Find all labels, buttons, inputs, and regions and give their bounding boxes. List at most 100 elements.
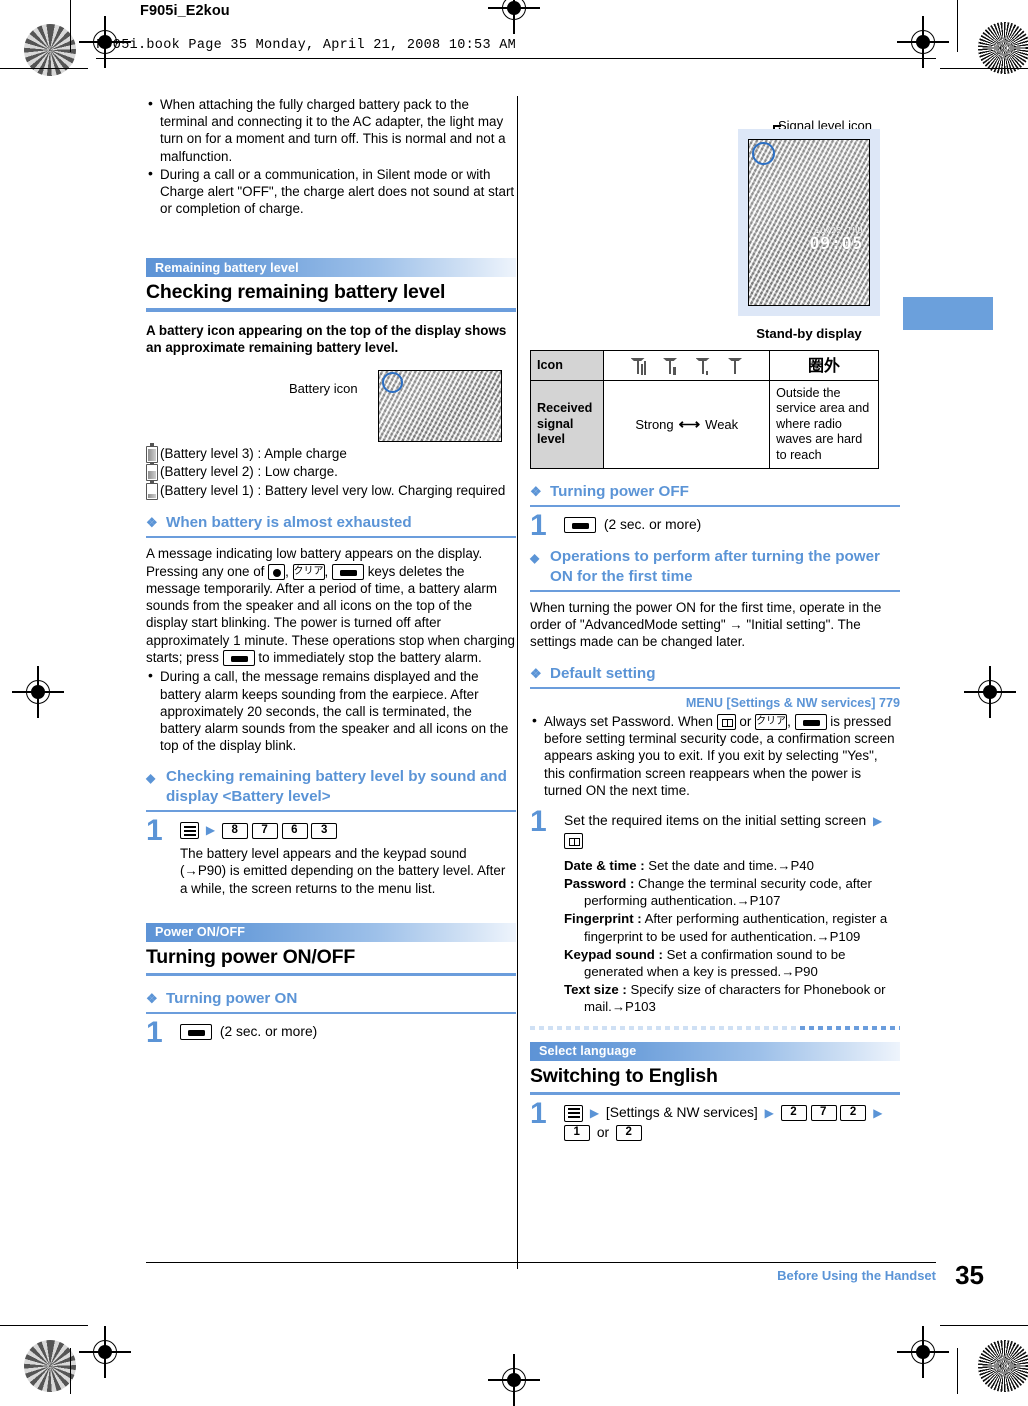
- registration-mark-bottom-right: [897, 1326, 949, 1378]
- menu-path-label: [Settings & NW services]: [605, 1104, 758, 1120]
- numeric-key-icon: 7: [810, 1105, 837, 1122]
- right-column: Signal level icon 10/25 THU 09:05 Stand-…: [529, 96, 900, 1142]
- signal-level-2-icon: [662, 356, 679, 375]
- crop-line-right-vert: [957, 0, 959, 52]
- step-text: Set the required items on the initial se…: [564, 812, 867, 828]
- section-banner-power-onoff: Power ON/OFF: [146, 922, 516, 942]
- heading-check-by-sound: Checking remaining battery level by soun…: [146, 767, 516, 807]
- battery-level-1-icon: [146, 480, 158, 500]
- item-term: Keypad sound :: [564, 946, 663, 962]
- standby-figure-caption: Stand-by display: [756, 326, 862, 341]
- list-item: During a call or a communication, in Sil…: [146, 165, 516, 218]
- step-key-sequence: (2 sec. or more): [564, 515, 900, 534]
- out-of-area-description: Outside the service area and where radio…: [769, 379, 879, 470]
- step-battery-level: 1 ▶ 8 7 6 3 The battery level appears an…: [146, 816, 516, 896]
- end-key-icon: [794, 714, 827, 731]
- standby-clock-time: 09:05: [809, 234, 863, 254]
- section-rule: [530, 1091, 900, 1095]
- step-description: The battery level appears and the keypad…: [180, 846, 506, 896]
- password-text-1: Always set Password. When: [544, 713, 713, 729]
- or-label: or: [596, 1124, 610, 1140]
- crop-line-bottom-left-vert: [70, 1348, 72, 1394]
- registration-mark-top-right: [897, 16, 949, 68]
- list-item: (Battery level 3) : Ample charge: [146, 443, 516, 464]
- password-text-2: or: [739, 713, 752, 729]
- crop-line-bottom-right: [940, 1325, 1028, 1327]
- thumb-index-tab: [903, 297, 993, 330]
- list-item: (Battery level 2) : Low charge.: [146, 461, 516, 482]
- numeric-key-icon: 2: [615, 1124, 642, 1141]
- heading-battery-exhausted: When battery is almost exhausted: [146, 513, 516, 533]
- book-print-line: F905i.book Page 35 Monday, April 21, 200…: [96, 38, 517, 53]
- list-item: During a call, the message remains displ…: [146, 667, 516, 754]
- strong-label: Strong: [635, 416, 674, 432]
- heading-rule: [146, 536, 516, 539]
- step-number: 1: [530, 1096, 547, 1130]
- numeric-key-icon: 8: [221, 822, 248, 839]
- step-duration-text: (2 sec. or more): [603, 517, 702, 533]
- exhausted-bullet-list: During a call, the message remains displ…: [146, 667, 516, 754]
- numeric-key-icon: 2: [840, 1105, 867, 1122]
- item-term: Text size :: [564, 982, 627, 998]
- heading-rule: [530, 505, 900, 508]
- item-desc: Set the date and time.→P40: [648, 857, 814, 873]
- footer-page-number: 35: [955, 1260, 984, 1290]
- list-item: Text size : Specify size of characters f…: [564, 981, 900, 1015]
- section-title-checking-battery: Checking remaining battery level: [146, 281, 446, 304]
- end-key-icon: [222, 650, 255, 667]
- section-rule: [146, 972, 516, 976]
- battery-level-3-icon: [146, 443, 158, 463]
- book-key-icon: [564, 833, 583, 850]
- step-number: 1: [530, 509, 547, 543]
- power-key-icon: [564, 517, 596, 534]
- step-instruction: Set the required items on the initial se…: [564, 811, 900, 850]
- list-item: Always set Password. When or クリア, is pre…: [530, 712, 900, 799]
- battery-level-1-text: (Battery level 1) : Battery level very l…: [160, 482, 506, 498]
- print-density-target-bottom-right: [978, 1340, 1028, 1392]
- heading-rule: [530, 590, 900, 593]
- crop-line-top-right: [940, 68, 1028, 70]
- crop-line-left-vert: [70, 0, 72, 52]
- menu-reference: MENU [Settings & NW services] 779: [685, 695, 900, 710]
- section-separator: [530, 1025, 900, 1030]
- step-number: 1: [146, 814, 163, 848]
- battery-lead-text: A battery icon appearing on the top of t…: [146, 322, 507, 355]
- table-header-received-signal: Received signal level: [529, 379, 605, 470]
- battery-icon-callout-label: Battery icon: [289, 380, 358, 396]
- signal-level-0-icon: [727, 356, 744, 375]
- step-switch-language: 1 ▶ [Settings & NW services] ▶ 2 7 2 ▶ 1…: [530, 1098, 900, 1142]
- print-density-target-top-right: [978, 22, 1028, 74]
- battery-level-2-icon: [146, 461, 158, 482]
- registration-mark-top-center: [488, 0, 540, 34]
- item-desc: Specify size of characters for Phonebook…: [584, 982, 886, 1015]
- list-item: Fingerprint : After performing authentic…: [564, 910, 900, 944]
- heading-first-time-operations: Operations to perform after turning the …: [530, 547, 900, 587]
- item-term: Password :: [564, 875, 635, 891]
- battery-level-3-text: (Battery level 3) : Ample charge: [160, 445, 347, 461]
- banner-label: Select language: [539, 1044, 637, 1059]
- section-title-switching-english: Switching to English: [530, 1064, 718, 1087]
- arrow-icon: ▶: [589, 1105, 600, 1120]
- footer-chapter-label: Before Using the Handset: [777, 1268, 936, 1283]
- step-key-sequence: ▶ 8 7 6 3: [180, 820, 516, 840]
- step-turn-power-off: 1 (2 sec. or more): [530, 511, 900, 541]
- crop-line-top: [0, 68, 88, 70]
- arrow-icon: ▶: [873, 1105, 883, 1120]
- heading-default-setting: Default setting: [530, 664, 900, 684]
- crop-line-bottom: [0, 1325, 88, 1327]
- signal-icon-highlight-circle: [752, 142, 775, 165]
- arrow-icon: ▶: [764, 1105, 774, 1120]
- list-item: Date & time : Set the date and time.→P40: [564, 857, 900, 874]
- registration-mark-bottom-left: [79, 1326, 131, 1378]
- banner-label: Remaining battery level: [155, 260, 299, 275]
- step-number: 1: [146, 1015, 163, 1049]
- column-divider: [517, 96, 519, 1269]
- print-density-target-bottom-left: [24, 1340, 76, 1392]
- power-key-icon: [180, 1024, 212, 1041]
- heading-rule: [146, 810, 516, 813]
- section-banner-remaining-battery: Remaining battery level: [146, 258, 516, 278]
- step-turn-power-on: 1 (2 sec. or more): [146, 1017, 516, 1047]
- heading-turning-power-off: Turning power OFF: [530, 482, 900, 502]
- step-initial-setting: 1 Set the required items on the initial …: [530, 806, 900, 1016]
- callout-leader-horizontal: [773, 125, 781, 127]
